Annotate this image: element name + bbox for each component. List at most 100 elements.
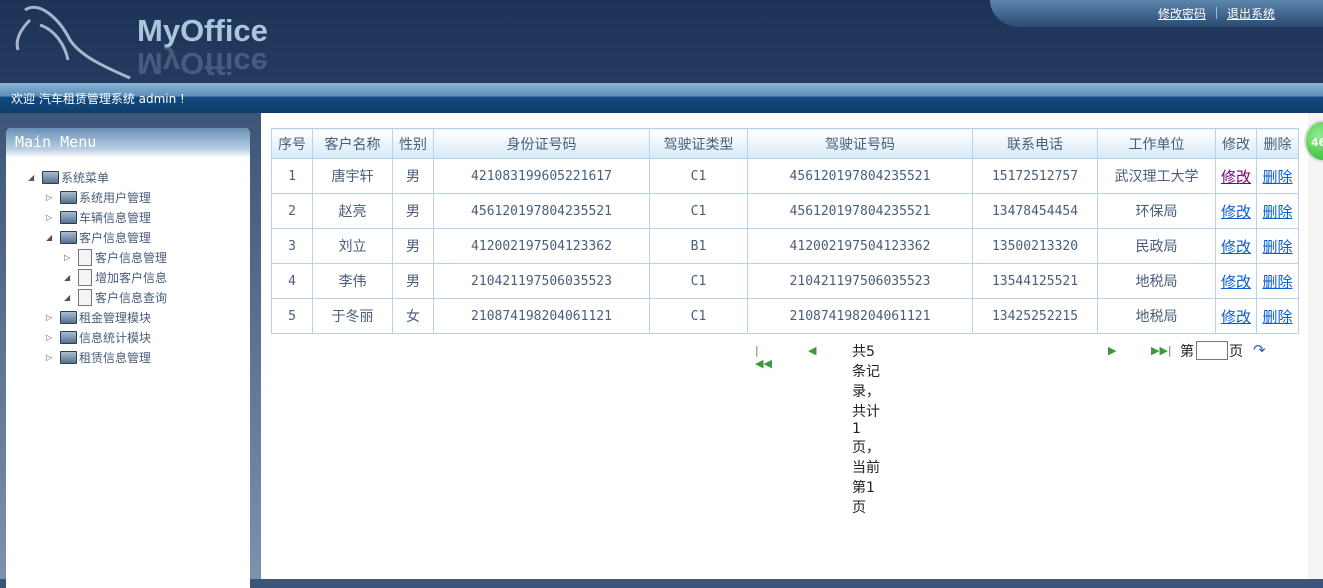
folder-icon xyxy=(42,170,59,184)
tree-label: 客户信息管理 xyxy=(79,230,152,245)
sidebar: Main Menu ◢ 系统菜单 ▷ 系统用户管理 ▷ 车辆信息管理 ◢ 客户信息管理 … xyxy=(0,113,261,588)
collapsed-icon[interactable]: ▷ xyxy=(64,253,78,262)
tree-label: 租金管理模块 xyxy=(79,310,152,325)
tree-label: 客户信息管理 xyxy=(95,250,168,265)
cell-license-number: 456120197804235521 xyxy=(747,193,973,229)
cell-name: 李伟 xyxy=(312,263,393,299)
collapsed-icon[interactable]: ▷ xyxy=(46,353,60,362)
table-row: 5 于冬丽女 210874198204061121 C1 210874198204061… xyxy=(271,298,1299,334)
cell-index: 1 xyxy=(271,158,313,194)
tree-node-customer-manage[interactable]: ▷ 客户信息管理 xyxy=(64,247,167,267)
cell-edit: 修改 xyxy=(1215,228,1257,264)
edit-link[interactable]: 修改 xyxy=(1221,238,1251,256)
table-header-row: 序号 客户名称 性别 身份证号码 驾驶证类型 驾驶证号码 联系电话 工作单位 修改 删除 xyxy=(271,128,1299,159)
logo-bird-image xyxy=(15,5,131,80)
top-links: 修改密码 退出系统 xyxy=(990,0,1323,27)
cell-work-unit: 地税局 xyxy=(1097,298,1216,334)
folder-icon xyxy=(60,330,77,344)
expanded-icon[interactable]: ◢ xyxy=(64,273,78,282)
prev-page-icon[interactable]: ◀ xyxy=(808,344,816,357)
tree-label: 增加客户信息 xyxy=(95,270,168,285)
cell-edit: 修改 xyxy=(1215,298,1257,334)
header-col-work-unit: 工作单位 xyxy=(1097,128,1216,159)
header-col-index: 序号 xyxy=(271,128,313,159)
header-col-edit: 修改 xyxy=(1215,128,1257,159)
cell-gender: 女 xyxy=(392,298,434,334)
header-col-name: 客户名称 xyxy=(312,128,393,159)
logo-reflection: MyOffice xyxy=(137,46,268,81)
tree-node-root[interactable]: ◢ 系统菜单 xyxy=(28,167,109,187)
document-icon xyxy=(78,268,92,286)
delete-link[interactable]: 删除 xyxy=(1262,308,1292,326)
table-row: 4 李伟男 210421197506035523 C1 2104211975060355… xyxy=(271,263,1299,299)
cell-gender: 男 xyxy=(392,228,434,264)
document-icon xyxy=(78,248,92,266)
edit-link[interactable]: 修改 xyxy=(1221,273,1251,291)
cell-phone: 13478454454 xyxy=(972,193,1098,229)
cell-id-number: 210421197506035523 xyxy=(433,263,650,299)
cell-edit: 修改 xyxy=(1215,193,1257,229)
folder-icon xyxy=(60,310,77,324)
tree-node-customers[interactable]: ◢ 客户信息管理 xyxy=(46,227,151,247)
welcome-bar: 欢迎 汽车租赁管理系统 admin ! xyxy=(0,83,1323,113)
logo: MyOffice xyxy=(137,13,268,48)
table-row: 1 唐宇轩男 421083199605221617 C1 456120197804235… xyxy=(271,158,1299,194)
next-page-icon[interactable]: ▶ xyxy=(1108,344,1116,357)
cell-license-type: C1 xyxy=(649,263,748,299)
change-password-link[interactable]: 修改密码 xyxy=(1158,5,1206,22)
cell-id-number: 421083199605221617 xyxy=(433,158,650,194)
tree-label: 信息统计模块 xyxy=(79,330,152,345)
cell-gender: 男 xyxy=(392,193,434,229)
header-col-gender: 性别 xyxy=(392,128,434,159)
tree-node-customer-query[interactable]: ◢ 客户信息查询 xyxy=(64,287,167,307)
cell-id-number: 456120197804235521 xyxy=(433,193,650,229)
tree-node-lease[interactable]: ▷ 租赁信息管理 xyxy=(46,347,151,367)
cell-license-type: B1 xyxy=(649,228,748,264)
cell-name: 赵亮 xyxy=(312,193,393,229)
folder-icon xyxy=(60,210,77,224)
tree-node-users[interactable]: ▷ 系统用户管理 xyxy=(46,187,151,207)
tree-node-stats[interactable]: ▷ 信息统计模块 xyxy=(46,327,151,347)
cell-license-number: 456120197804235521 xyxy=(747,158,973,194)
cell-work-unit: 民政局 xyxy=(1097,228,1216,264)
cell-name: 刘立 xyxy=(312,228,393,264)
collapsed-icon[interactable]: ▷ xyxy=(46,193,60,202)
expanded-icon[interactable]: ◢ xyxy=(46,233,60,242)
edit-link[interactable]: 修改 xyxy=(1221,308,1251,326)
last-page-icon[interactable]: ▶▶| xyxy=(1151,344,1172,357)
expanded-icon[interactable]: ◢ xyxy=(28,173,42,182)
delete-link[interactable]: 删除 xyxy=(1262,203,1292,221)
tree-label: 系统用户管理 xyxy=(79,190,152,205)
tree-node-rent[interactable]: ▷ 租金管理模块 xyxy=(46,307,151,327)
divider xyxy=(1216,7,1217,19)
collapsed-icon[interactable]: ▷ xyxy=(46,213,60,222)
tree-label: 客户信息查询 xyxy=(95,290,168,305)
collapsed-icon[interactable]: ▷ xyxy=(46,313,60,322)
collapsed-icon[interactable]: ▷ xyxy=(46,333,60,342)
expanded-icon[interactable]: ◢ xyxy=(64,293,78,302)
go-icon[interactable]: ↷ xyxy=(1253,341,1266,359)
page-input[interactable] xyxy=(1196,341,1228,360)
cell-license-type: C1 xyxy=(649,193,748,229)
welcome-text: 欢迎 汽车租赁管理系统 admin ! xyxy=(11,92,185,106)
delete-link[interactable]: 删除 xyxy=(1262,168,1292,186)
logout-link[interactable]: 退出系统 xyxy=(1227,5,1275,22)
header-col-license-type: 驾驶证类型 xyxy=(649,128,748,159)
cell-gender: 男 xyxy=(392,263,434,299)
cell-delete: 删除 xyxy=(1256,158,1299,194)
cell-delete: 删除 xyxy=(1256,263,1299,299)
cell-index: 3 xyxy=(271,228,313,264)
cell-delete: 删除 xyxy=(1256,228,1299,264)
edit-link[interactable]: 修改 xyxy=(1221,168,1251,186)
first-page-icon[interactable]: |◀◀ xyxy=(755,344,772,370)
main-menu-title: Main Menu xyxy=(6,128,250,158)
delete-link[interactable]: 删除 xyxy=(1262,273,1292,291)
cell-license-number: 210421197506035523 xyxy=(747,263,973,299)
cell-edit: 修改 xyxy=(1215,158,1257,194)
delete-link[interactable]: 删除 xyxy=(1262,238,1292,256)
folder-icon xyxy=(60,350,77,364)
tree-node-customer-add[interactable]: ◢ 增加客户信息 xyxy=(64,267,167,287)
tree-node-vehicles[interactable]: ▷ 车辆信息管理 xyxy=(46,207,151,227)
cell-name: 唐宇轩 xyxy=(312,158,393,194)
edit-link[interactable]: 修改 xyxy=(1221,203,1251,221)
